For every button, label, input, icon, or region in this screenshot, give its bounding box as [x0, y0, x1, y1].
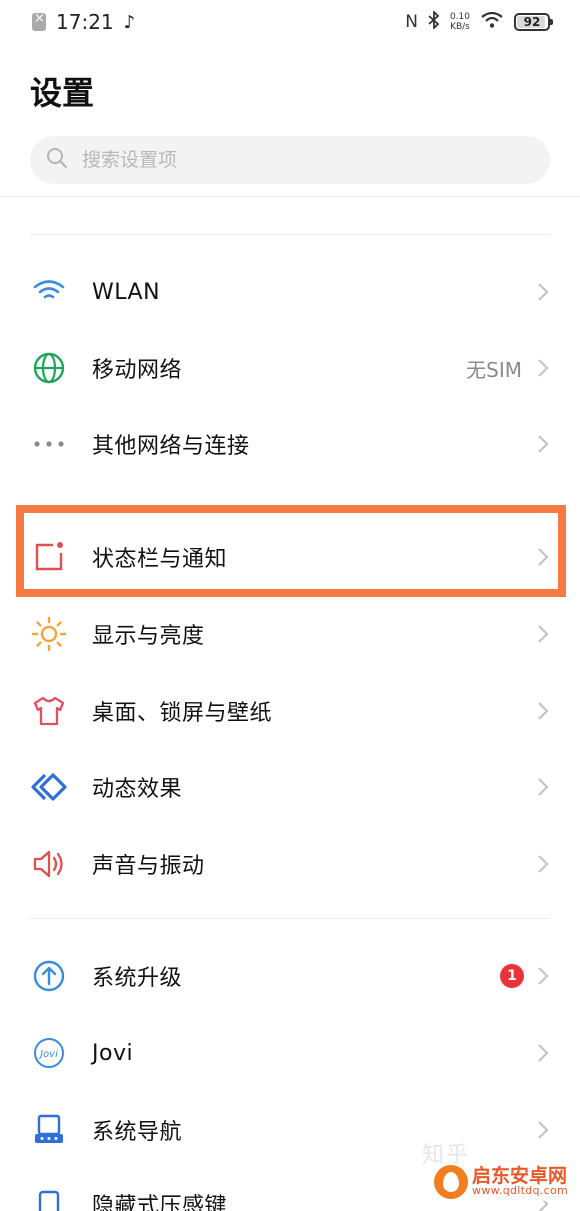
tshirt-icon	[30, 692, 68, 730]
chevron-right-icon	[538, 625, 549, 643]
settings-item-label: 系统导航	[92, 1120, 183, 1145]
settings-item-display-brightness[interactable]: 显示与亮度	[0, 596, 580, 672]
page-title: 设置	[30, 74, 95, 112]
settings-item-system-upgrade[interactable]: 系统升级 1	[0, 938, 580, 1014]
chevron-right-icon	[538, 1044, 549, 1062]
watermark: 启东安卓网 www.qdltdq.com	[432, 1163, 574, 1201]
settings-item-status-bar-notifications[interactable]: 状态栏与通知	[0, 519, 580, 595]
settings-item-sound-vibration[interactable]: 声音与振动	[0, 826, 580, 902]
bluetooth-icon	[428, 9, 440, 34]
navigation-device-icon	[30, 1111, 68, 1149]
search-input[interactable]	[82, 149, 502, 171]
nfc-icon: Ν	[405, 12, 418, 32]
search-bar[interactable]	[30, 136, 550, 184]
upgrade-arrow-icon	[30, 957, 68, 995]
watermark-url: www.qdltdq.com	[472, 1184, 568, 1197]
wifi-signal-icon	[480, 10, 504, 34]
watermark-logo-icon	[434, 1165, 469, 1199]
settings-item-mobile-network[interactable]: 移动网络 无SIM	[0, 330, 580, 406]
search-icon	[46, 147, 68, 173]
status-bar: 17:21 ♪ Ν 0.10 KB/s 92	[0, 0, 580, 44]
chevron-right-icon	[538, 855, 549, 873]
settings-item-dynamic-effects[interactable]: 动态效果	[0, 749, 580, 825]
diamond-icon	[30, 768, 68, 806]
chevron-right-icon	[538, 435, 549, 453]
network-speed-value: 0.10	[449, 12, 470, 22]
header-divider	[0, 196, 580, 197]
chevron-right-icon	[538, 702, 549, 720]
notification-square-icon	[30, 538, 68, 576]
chevron-right-icon	[538, 1121, 549, 1139]
tiktok-icon: ♪	[123, 11, 136, 33]
settings-item-label: 动态效果	[92, 777, 183, 802]
settings-item-label: 系统升级	[92, 966, 183, 991]
settings-item-label: 声音与振动	[92, 854, 205, 879]
chevron-right-icon	[538, 548, 549, 566]
settings-item-label: 其他网络与连接	[92, 434, 250, 459]
status-bar-left: 17:21 ♪	[32, 10, 135, 34]
sun-icon	[30, 615, 68, 653]
status-time: 17:21	[56, 10, 114, 34]
settings-item-label: 桌面、锁屏与壁纸	[92, 701, 273, 726]
more-dots-icon	[30, 425, 68, 463]
settings-item-label: WLAN	[92, 279, 161, 305]
wifi-icon	[30, 273, 68, 311]
settings-item-label: 隐藏式压感键	[92, 1194, 228, 1211]
group-divider	[30, 918, 550, 919]
settings-item-label: 移动网络	[92, 358, 183, 383]
chevron-right-icon	[538, 283, 549, 301]
battery-level: 92	[523, 15, 541, 29]
chevron-right-icon	[538, 778, 549, 796]
settings-screen: 17:21 ♪ Ν 0.10 KB/s 92	[0, 0, 580, 1211]
settings-item-jovi[interactable]: Jovi Jovi	[0, 1015, 580, 1091]
battery-icon: 92	[514, 13, 553, 31]
speaker-icon	[30, 845, 68, 883]
settings-item-desktop-wallpaper[interactable]: 桌面、锁屏与壁纸	[0, 673, 580, 749]
chevron-right-icon	[538, 967, 549, 985]
jovi-icon: Jovi	[30, 1034, 68, 1072]
update-count-badge: 1	[500, 964, 524, 988]
settings-item-label: 状态栏与通知	[92, 547, 228, 572]
pressure-key-icon	[30, 1185, 68, 1211]
network-speed-unit: KB/s	[450, 22, 470, 32]
watermark-name: 启东安卓网	[472, 1165, 568, 1187]
settings-item-system-navigation[interactable]: 系统导航	[0, 1092, 580, 1168]
group-divider	[30, 234, 550, 235]
settings-item-label: Jovi	[92, 1040, 134, 1066]
svg-text:Jovi: Jovi	[38, 1049, 58, 1060]
watermark-text: 启东安卓网 www.qdltdq.com	[472, 1167, 568, 1197]
network-speed: 0.10 KB/s	[450, 12, 470, 32]
notification-dismissed-icon	[32, 11, 46, 31]
settings-item-label: 显示与亮度	[92, 624, 205, 649]
settings-item-other-network[interactable]: 其他网络与连接	[0, 406, 580, 482]
chevron-right-icon	[538, 359, 549, 377]
sim-status-value: 无SIM	[466, 357, 522, 382]
globe-icon	[30, 349, 68, 387]
settings-item-wlan[interactable]: WLAN	[0, 254, 580, 330]
status-bar-right: Ν 0.10 KB/s 92	[405, 9, 553, 34]
